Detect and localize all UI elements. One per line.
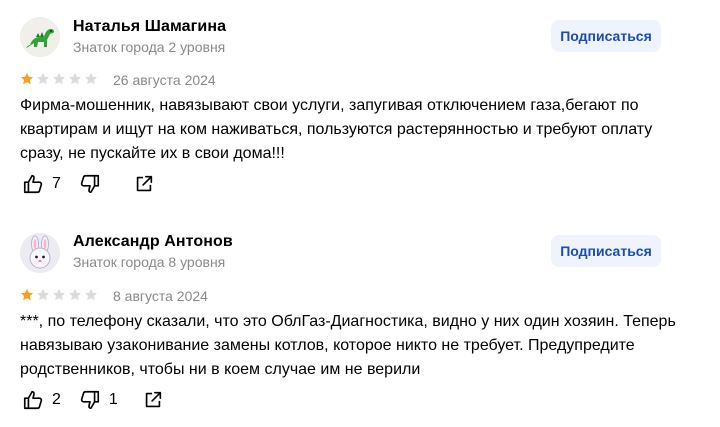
star-empty-icon	[52, 72, 66, 85]
star-filled-icon	[20, 288, 34, 301]
star-empty-icon	[68, 72, 82, 85]
thumbs-up-icon	[23, 390, 43, 410]
like-button[interactable]: 2	[22, 389, 61, 411]
author-name[interactable]: Александр Антонов	[73, 233, 233, 251]
subscribe-button[interactable]: Подписаться	[551, 235, 661, 267]
bunny-icon	[20, 233, 60, 273]
subscribe-button[interactable]: Подписаться	[551, 20, 661, 52]
author-level: Знаток города 8 уровня	[73, 254, 226, 270]
star-empty-icon	[52, 288, 66, 301]
star-empty-icon	[36, 72, 50, 85]
review-actions: 7	[22, 173, 155, 195]
star-empty-icon	[84, 72, 98, 85]
share-button[interactable]	[142, 389, 164, 411]
star-filled-icon	[20, 72, 34, 85]
share-button[interactable]	[133, 173, 155, 195]
author-name[interactable]: Наталья Шамагина	[73, 18, 226, 36]
review-date: 8 августа 2024	[113, 288, 208, 304]
review-date: 26 августа 2024	[113, 72, 216, 88]
avatar[interactable]	[20, 233, 60, 273]
share-icon	[136, 175, 153, 192]
rating-stars	[20, 288, 98, 302]
like-count: 2	[52, 391, 61, 408]
dislike-button[interactable]	[79, 173, 109, 195]
review-actions: 2 1	[22, 389, 164, 411]
star-empty-icon	[84, 288, 98, 301]
like-count: 7	[52, 175, 61, 192]
thumbs-down-icon	[80, 390, 99, 410]
rating-stars	[20, 72, 98, 86]
star-empty-icon	[68, 288, 82, 301]
thumbs-up-icon	[23, 174, 43, 194]
review-card: Наталья Шамагина Знаток города 2 уровня …	[0, 0, 720, 212]
dislike-button[interactable]: 1	[79, 389, 118, 411]
review-card: Александр Антонов Знаток города 8 уровня…	[0, 215, 720, 427]
review-text: ***, по телефону сказали, что это ОблГаз…	[20, 313, 676, 378]
dinosaur-icon	[20, 17, 60, 57]
dislike-count: 1	[108, 391, 118, 408]
like-button[interactable]: 7	[22, 173, 61, 195]
review-text: Фирма-мошенник, навязывают свои услуги, …	[20, 97, 653, 162]
star-empty-icon	[36, 288, 50, 301]
author-level: Знаток города 2 уровня	[73, 39, 226, 55]
share-icon	[145, 391, 161, 408]
avatar[interactable]	[20, 17, 60, 57]
thumbs-down-icon	[80, 174, 99, 194]
